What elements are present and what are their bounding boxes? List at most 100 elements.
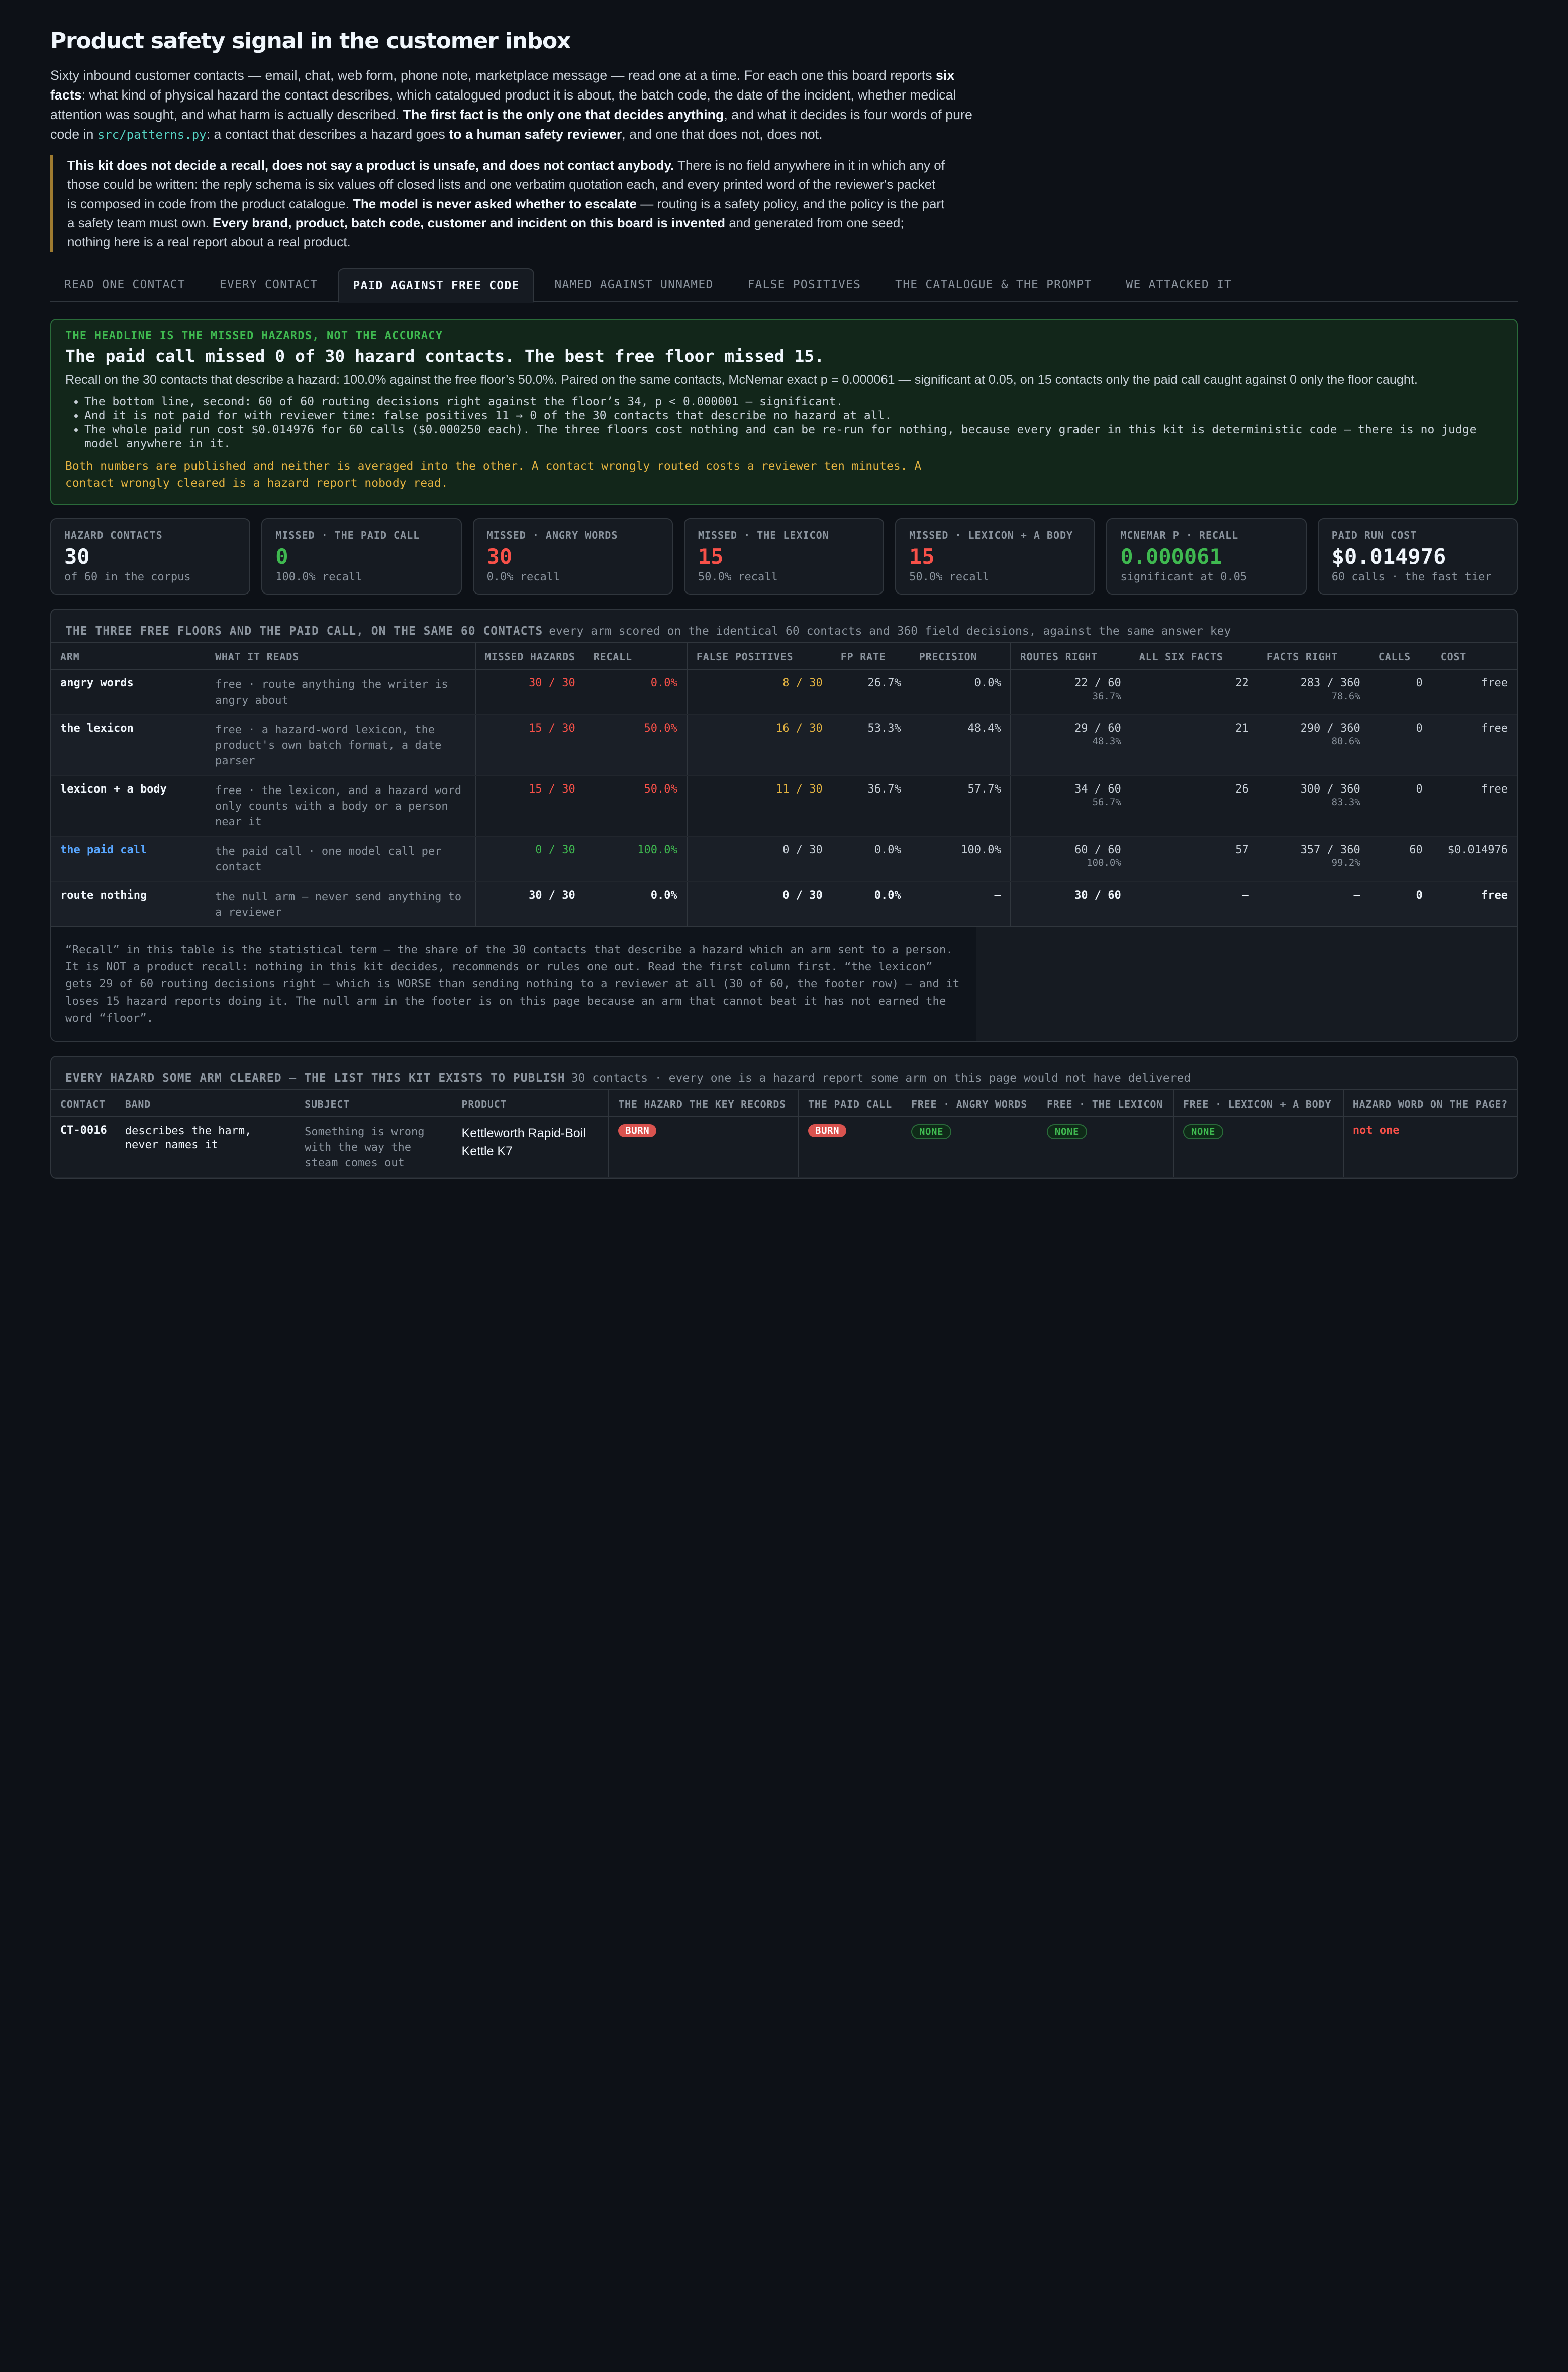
table-row[interactable]: CT-0016 describes the harm, never names … — [51, 1117, 1517, 1178]
intro-paragraph: Sixty inbound customer contacts — email,… — [50, 68, 972, 142]
column-header: FREE · LEXICON + A BODY — [1172, 1090, 1343, 1117]
fp-rate: 26.7% — [831, 669, 910, 715]
all-six-facts: 22 — [1130, 669, 1258, 715]
arm-name: route nothing — [51, 881, 206, 927]
cleared-hazards-panel: EVERY HAZARD SOME ARM CLEARED — THE LIST… — [50, 1056, 1518, 1179]
table-row: angry words free · route anything the wr… — [51, 669, 1517, 715]
column-header: HAZARD WORD ON THE PAGE? — [1342, 1090, 1517, 1117]
facts-right: 290 / 360 80.6% — [1257, 715, 1369, 776]
calls: 0 — [1369, 669, 1432, 715]
column-header: FALSE POSITIVES — [686, 643, 832, 670]
all-six-facts: 57 — [1130, 836, 1258, 882]
stat-cards: HAZARD CONTACTS 30 of 60 in the corpus MIS… — [50, 518, 1518, 595]
headline-bullet: The bottom line, second: 60 of 60 routin… — [84, 394, 1503, 409]
column-header: PRODUCT — [452, 1090, 609, 1117]
table-note: “Recall” in this table is the statistica… — [51, 927, 976, 1041]
subject: Something is wrong with the way the stea… — [296, 1117, 453, 1178]
column-header: FREE · ANGRY WORDS — [902, 1090, 1038, 1117]
column-header: FP RATE — [831, 643, 910, 670]
missed-hazards: 30 / 30 — [474, 669, 584, 715]
arms-table: ARM WHAT IT READS MISSED HAZARDS RECALL … — [51, 643, 1517, 927]
facts-right: 357 / 360 99.2% — [1257, 836, 1369, 882]
stat-card-hazard-contacts: HAZARD CONTACTS 30 of 60 in the corpus — [50, 518, 251, 595]
band: describes the harm, never names it — [116, 1117, 296, 1178]
headline-bullet: The whole paid run cost $0.014976 for 60… — [84, 423, 1503, 451]
arms-panel-header: THE THREE FREE FLOORS AND THE PAID CALL,… — [51, 610, 1517, 643]
cost: free — [1431, 669, 1517, 715]
all-six-facts: 26 — [1130, 775, 1258, 837]
missed-hazards: 0 / 30 — [474, 836, 584, 882]
precision: 100.0% — [910, 836, 1011, 882]
missed-hazards: 15 / 30 — [474, 715, 584, 776]
hazard-badge: BURN — [618, 1124, 657, 1137]
column-header: FACTS RIGHT — [1257, 643, 1369, 670]
routes-right: 30 / 60 — [1010, 881, 1130, 927]
cost: free — [1431, 775, 1517, 837]
fp-rate: 53.3% — [831, 715, 910, 776]
missed-hazards: 15 / 30 — [474, 775, 584, 837]
column-header: CONTACT — [51, 1090, 116, 1117]
lexicon-body-cell: NONE — [1172, 1117, 1343, 1178]
cleared-panel-header: EVERY HAZARD SOME ARM CLEARED — THE LIST… — [51, 1057, 1517, 1090]
fp-rate: 36.7% — [831, 775, 910, 837]
headline-paragraph: Recall on the 30 contacts that describe … — [65, 373, 1418, 387]
precision: 57.7% — [910, 775, 1011, 837]
arm-description: the null arm — never send anything to a … — [206, 881, 475, 927]
cost: free — [1431, 715, 1517, 776]
column-header: PRECISION — [910, 643, 1011, 670]
stat-card-missed-paid: MISSED · THE PAID CALL 0 100.0% recall — [261, 518, 462, 595]
facts-right: 283 / 360 78.6% — [1257, 669, 1369, 715]
angry-words-cell: NONE — [902, 1117, 1038, 1178]
tab-paid-against-free-code[interactable]: PAID AGAINST FREE CODE — [338, 268, 535, 303]
tab-we-attacked-it[interactable]: WE ATTACKED IT — [1112, 268, 1246, 302]
false-positives: 11 / 30 — [686, 775, 832, 837]
stat-card-missed-lexicon-body: MISSED · LEXICON + A BODY 15 50.0% recall — [895, 518, 1096, 595]
tab-every-contact[interactable]: EVERY CONTACT — [206, 268, 332, 302]
stat-card-missed-lexicon: MISSED · THE LEXICON 15 50.0% recall — [683, 518, 885, 595]
column-header: COST — [1431, 643, 1517, 670]
cleared-hazards-table: CONTACT BAND SUBJECT PRODUCT THE HAZARD … — [51, 1090, 1517, 1178]
column-header: RECALL — [584, 643, 687, 670]
precision: 48.4% — [910, 715, 1011, 776]
column-header: THE HAZARD THE KEY RECORDS — [608, 1090, 799, 1117]
hazard-word-on-page: not one — [1342, 1117, 1517, 1178]
tab-false-positives[interactable]: FALSE POSITIVES — [733, 268, 875, 302]
precision: 0.0% — [910, 669, 1011, 715]
cost: $0.014976 — [1431, 836, 1517, 882]
page-title: Product safety signal in the customer in… — [50, 28, 571, 54]
all-six-facts: — — [1130, 881, 1258, 927]
arm-name: angry words — [51, 669, 206, 715]
column-header: WHAT IT READS — [206, 643, 475, 670]
stat-card-mcnemar: MCNEMAR P · RECALL 0.000061 significant at… — [1106, 518, 1307, 595]
recall: 50.0% — [584, 715, 687, 776]
stat-card-missed-angry: MISSED · ANGRY WORDS 30 0.0% recall — [472, 518, 673, 595]
tab-named-against-unnamed[interactable]: NAMED AGAINST UNNAMED — [540, 268, 727, 302]
calls: 0 — [1369, 775, 1432, 837]
disclaimer-callout: This kit does not decide a recall, does … — [50, 155, 945, 252]
fp-rate: 0.0% — [831, 881, 910, 927]
recall: 50.0% — [584, 775, 687, 837]
facts-right: 300 / 360 83.3% — [1257, 775, 1369, 837]
headline-title: The paid call missed 0 of 30 hazard cont… — [65, 346, 824, 366]
tab-bar: READ ONE CONTACT EVERY CONTACT PAID AGAI… — [50, 268, 1518, 303]
none-badge: NONE — [1183, 1124, 1224, 1139]
tab-catalogue-and-prompt[interactable]: THE CATALOGUE & THE PROMPT — [881, 268, 1106, 302]
tab-read-one-contact[interactable]: READ ONE CONTACT — [50, 268, 200, 302]
lexicon-cell: NONE — [1037, 1117, 1173, 1178]
none-badge: NONE — [911, 1124, 952, 1139]
routes-right: 34 / 60 56.7% — [1010, 775, 1130, 837]
product: Kettleworth Rapid-Boil Kettle K7 — [452, 1117, 609, 1178]
false-positives: 16 / 30 — [686, 715, 832, 776]
headline-warning: Both numbers are published and neither i… — [65, 460, 922, 490]
contact-id: CT-0016 — [51, 1117, 116, 1178]
column-header: CALLS — [1369, 643, 1432, 670]
calls: 0 — [1369, 715, 1432, 776]
table-row: the paid call the paid call · one model … — [51, 836, 1517, 882]
false-positives: 8 / 30 — [686, 669, 832, 715]
fp-rate: 0.0% — [831, 836, 910, 882]
arm-name: the paid call — [51, 836, 206, 882]
table-row: the lexicon free · a hazard-word lexicon… — [51, 715, 1517, 776]
column-header: MISSED HAZARDS — [474, 643, 584, 670]
column-header: ROUTES RIGHT — [1010, 643, 1130, 670]
headline-panel: THE HEADLINE IS THE MISSED HAZARDS, NOT … — [50, 319, 1518, 505]
